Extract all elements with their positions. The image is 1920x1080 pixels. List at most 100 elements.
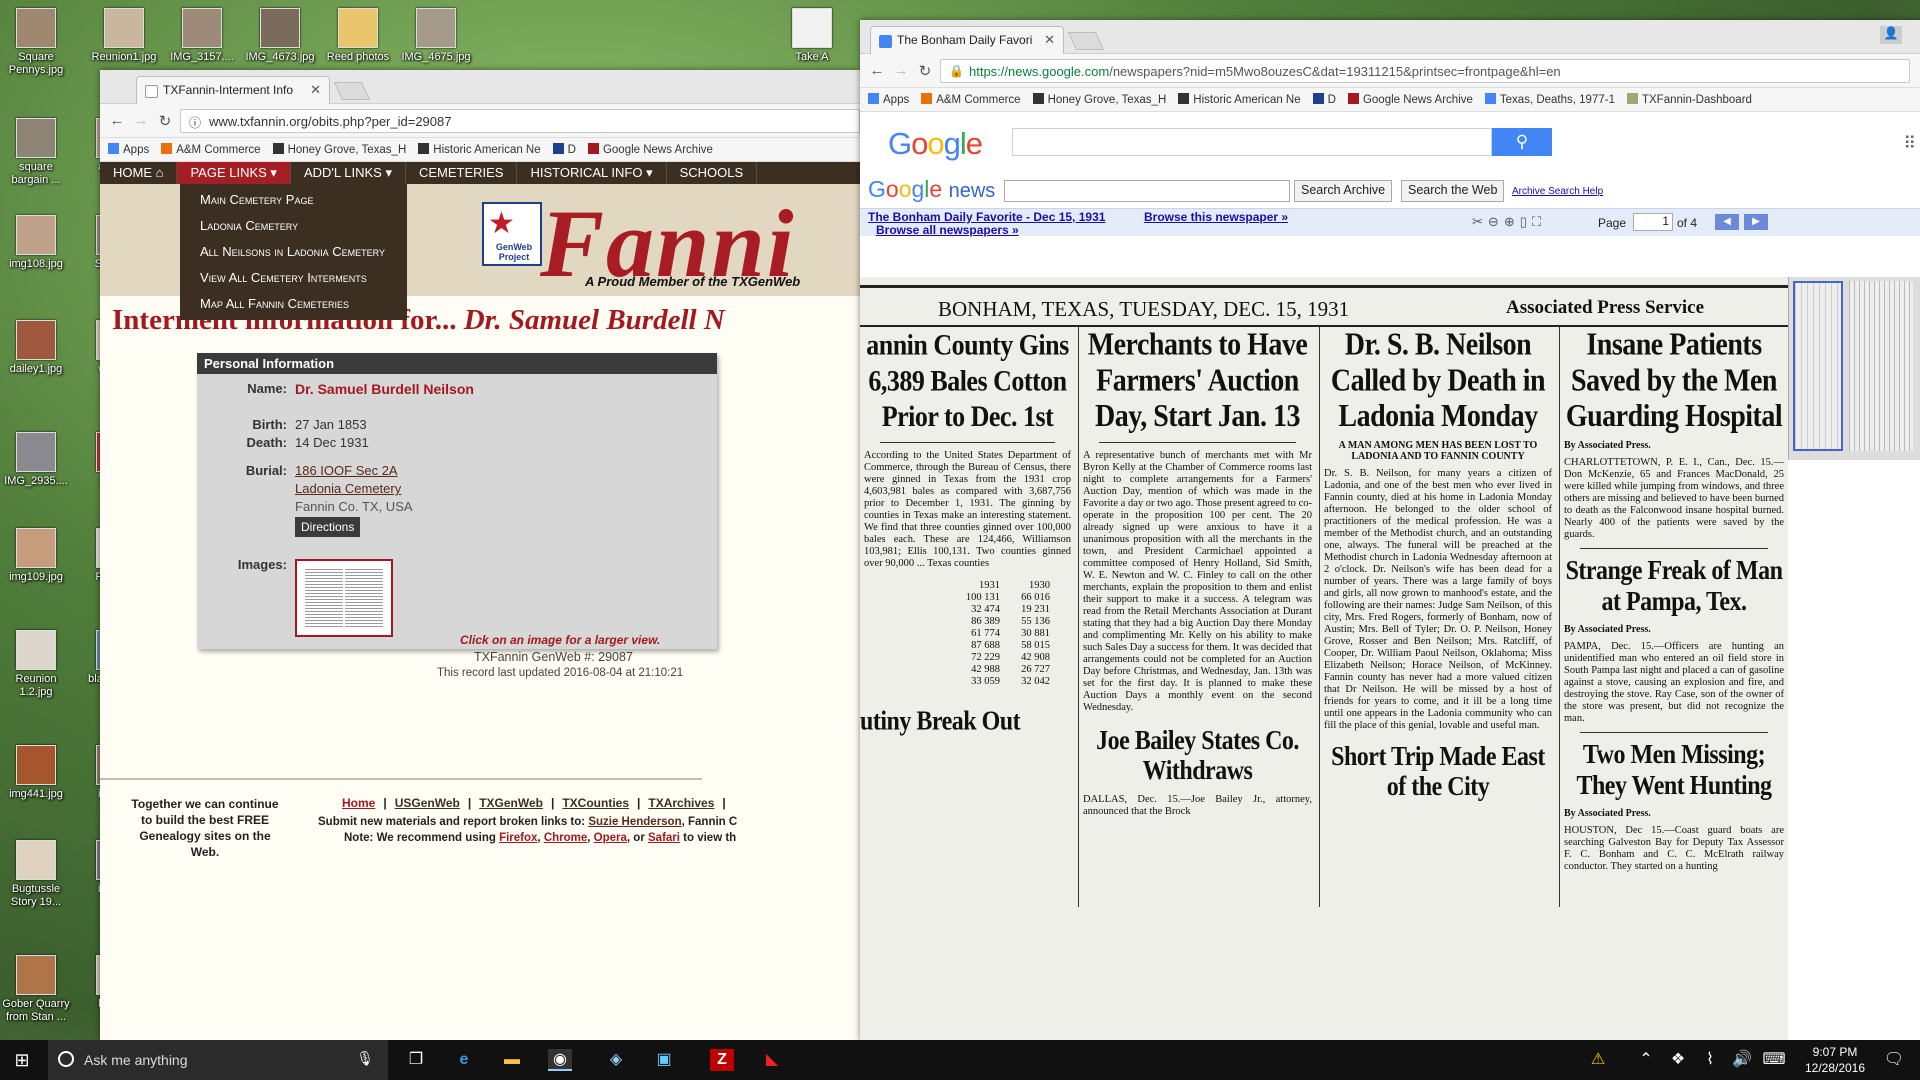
archive-search-help-link[interactable]: Archive Search Help [1512,186,1603,197]
search-archive-button[interactable]: Search Archive [1294,180,1393,202]
archive-search-input[interactable] [1004,180,1290,202]
desktop-icon[interactable]: IMG_2935.... [0,432,72,488]
zoom-out-icon[interactable]: ⊖ [1488,214,1504,229]
desktop-icon[interactable]: Reunion1.jpg [88,8,160,64]
cemetery-link[interactable]: Ladonia Cemetery [295,481,401,496]
app-icon[interactable]: ◈ [604,1049,628,1071]
dropdown-item[interactable]: Main Cemetery Page [180,187,407,213]
desktop-icon[interactable]: Reunion 1.2.jpg [0,630,72,699]
obituary-thumbnail[interactable] [295,559,393,637]
page-thumbnail-1[interactable] [1793,281,1843,451]
close-tab-icon[interactable]: ✕ [310,82,321,98]
back-icon[interactable]: ← [868,62,886,79]
nav-item[interactable]: CEMETERIES [406,162,518,184]
desktop-icon[interactable]: img441.jpg [0,745,72,801]
firefox-link[interactable]: Firefox [499,832,537,844]
tab-bonham-favorite[interactable]: The Bonham Daily Favori ✕ [870,26,1064,54]
browse-this-newspaper-link[interactable]: Browse this newspaper » [1144,210,1288,224]
fullscreen-icon[interactable]: ⛶ [1532,214,1546,229]
safari-link[interactable]: Safari [648,832,680,844]
burial-plot-link[interactable]: 186 IOOF Sec 2A [295,463,398,478]
nav-item[interactable]: PAGE LINKS ▾ [177,162,291,184]
desktop-icon[interactable]: img109.jpg [0,528,72,584]
bookmark-item[interactable]: Apps [108,138,149,161]
bookmark-item[interactable]: Texas, Deaths, 1977-1 [1484,88,1615,111]
dropdown-item[interactable]: Ladonia Cemetery [180,213,407,239]
bookmark-item[interactable]: A&M Commerce [161,138,261,161]
forward-icon[interactable]: → [892,62,910,79]
footer-link[interactable]: TXGenWeb [479,796,543,810]
fit-page-icon[interactable]: ▯ [1520,214,1532,229]
photos-icon[interactable]: ▣ [652,1049,676,1071]
nav-item[interactable]: SCHOOLS [667,162,758,184]
desktop-icon[interactable]: Square Pennys.jpg [0,8,72,77]
filezilla-icon[interactable]: Z [710,1049,734,1071]
address-bar[interactable]: ⓘ www.txfannin.org/obits.php?per_id=2908… [180,109,860,133]
tab-txfannin[interactable]: TXFannin-Interment Info ✕ [136,76,330,104]
bookmark-item[interactable]: D [552,138,576,161]
forward-icon[interactable]: → [132,112,150,129]
new-tab-button[interactable] [1067,32,1105,50]
file-explorer-icon[interactable]: ▬ [500,1049,524,1071]
chrome-icon[interactable]: ◉ [548,1049,572,1071]
task-view-icon[interactable]: ❐ [404,1049,428,1071]
footer-link[interactable]: TXCounties [562,796,629,810]
paper-title-link[interactable]: The Bonham Daily Favorite - Dec 15, 1931 [868,210,1105,224]
bookmark-item[interactable]: Google News Archive [1347,88,1473,111]
desktop-icon[interactable]: img108.jpg [0,215,72,271]
reload-icon[interactable]: ↻ [916,62,934,80]
bookmark-item[interactable]: TXFannin-Dashboard [1626,88,1752,111]
desktop-icon[interactable]: IMG_4675.jpg [400,8,472,64]
new-tab-button[interactable] [333,82,371,100]
bookmark-item[interactable]: Historic American Ne [418,138,541,161]
norton-warning-icon[interactable]: ⚠ [1586,1049,1610,1071]
desktop-icon[interactable]: IMG_4673.jpg [244,8,316,64]
notifications-icon[interactable]: 🗨 [1882,1049,1906,1071]
media-app-icon[interactable]: ◣ [760,1049,784,1071]
back-icon[interactable]: ← [108,112,126,129]
contact-link[interactable]: Suzie Henderson [588,816,681,828]
edge-icon[interactable]: e [452,1049,476,1071]
bookmark-item[interactable]: A&M Commerce [921,88,1021,111]
desktop-icon[interactable]: Bugtussle Story 19... [0,840,72,909]
google-search-button[interactable]: ⚲ [1492,128,1552,156]
volume-icon[interactable]: 🔊 [1730,1049,1754,1071]
next-page-button[interactable]: ▶ [1744,214,1768,230]
bookmark-item[interactable]: Honey Grove, Texas_H [272,138,406,161]
chrome-link[interactable]: Chrome [544,832,587,844]
profile-icon[interactable]: 👤 [1880,26,1902,44]
desktop-icon[interactable]: square bargain ... [0,118,72,187]
desktop-icon[interactable]: IMG_3157.... [166,8,238,64]
clip-icon[interactable]: ✂ [1472,214,1488,229]
show-hidden-icons[interactable]: ⌃ [1634,1049,1658,1071]
prev-page-button[interactable]: ◀ [1715,214,1739,230]
nav-item[interactable]: HOME ⌂ [100,162,178,184]
page-thumbnail-2[interactable] [1849,281,1913,451]
opera-link[interactable]: Opera [594,832,627,844]
dropbox-icon[interactable]: ❖ [1666,1049,1690,1071]
nav-item[interactable]: HISTORICAL INFO ▾ [517,162,667,184]
bookmark-item[interactable]: D [1312,88,1336,111]
zoom-in-icon[interactable]: ⊕ [1504,214,1520,229]
bookmark-item[interactable]: Google News Archive [587,138,713,161]
bookmark-item[interactable]: Historic American Ne [1178,88,1301,111]
desktop-icon[interactable]: Gober Quarry from Stan ... [0,955,72,1024]
footer-link[interactable]: USGenWeb [395,796,460,810]
bookmark-item[interactable]: Honey Grove, Texas_H [1032,88,1166,111]
dropdown-item[interactable]: All Neilsons in Ladonia Cemetery [180,239,407,265]
desktop-icon[interactable]: Reed photos [322,8,394,64]
footer-link[interactable]: TXArchives [648,796,714,810]
google-search-input[interactable] [1012,128,1492,156]
dropdown-item[interactable]: View All Cemetery Interments [180,265,407,291]
apps-grid-icon[interactable]: ⠿ [1904,134,1916,154]
desktop-icon[interactable]: dailey1.jpg [0,320,72,376]
footer-link[interactable]: Home [342,796,375,810]
clock[interactable]: 9:07 PM 12/28/2016 [1800,1044,1870,1076]
search-web-button[interactable]: Search the Web [1401,180,1505,202]
close-tab-icon[interactable]: ✕ [1044,32,1055,48]
reload-icon[interactable]: ↻ [156,112,174,130]
network-icon[interactable]: ⌇ [1698,1049,1722,1071]
browse-all-newspapers-link[interactable]: Browse all newspapers » [876,223,1019,237]
cortana-search[interactable]: Ask me anything 🎙 [48,1040,388,1080]
microphone-icon[interactable]: 🎙 [356,1050,374,1067]
